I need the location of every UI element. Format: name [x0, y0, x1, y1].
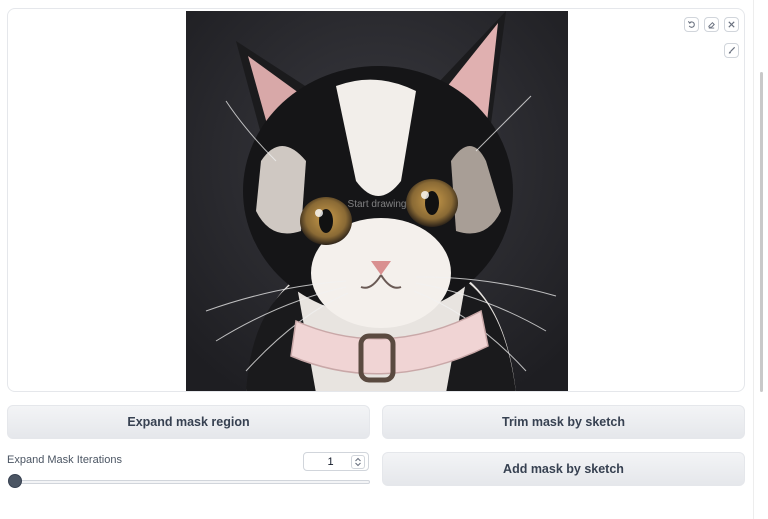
trim-mask-button[interactable]: Trim mask by sketch	[382, 405, 745, 439]
expand-iterations-slider-track[interactable]	[12, 480, 370, 484]
stepper-arrows-icon	[355, 457, 361, 466]
undo-button[interactable]	[684, 17, 699, 32]
expand-iterations-label: Expand Mask Iterations	[7, 454, 122, 466]
expand-iterations-value[interactable]: 1	[304, 456, 351, 468]
close-button[interactable]	[724, 17, 739, 32]
brush-icon	[728, 46, 736, 54]
undo-icon	[687, 21, 695, 28]
close-icon	[728, 21, 735, 28]
stepper-spinner[interactable]	[351, 454, 365, 469]
sketch-canvas-panel[interactable]: Start drawing	[7, 8, 745, 392]
eraser-icon	[708, 21, 715, 29]
page-scrollbar[interactable]	[753, 0, 768, 519]
scrollbar-thumb[interactable]	[760, 72, 763, 392]
expand-iterations-input[interactable]: 1	[303, 452, 369, 471]
expand-mask-button[interactable]: Expand mask region	[7, 405, 370, 439]
brush-button[interactable]	[724, 43, 739, 58]
expand-iterations-slider-thumb[interactable]	[8, 474, 22, 488]
eraser-button[interactable]	[704, 17, 719, 32]
add-mask-button[interactable]: Add mask by sketch	[382, 452, 745, 486]
canvas-image[interactable]: Start drawing	[186, 11, 568, 391]
cat-image	[186, 11, 568, 391]
